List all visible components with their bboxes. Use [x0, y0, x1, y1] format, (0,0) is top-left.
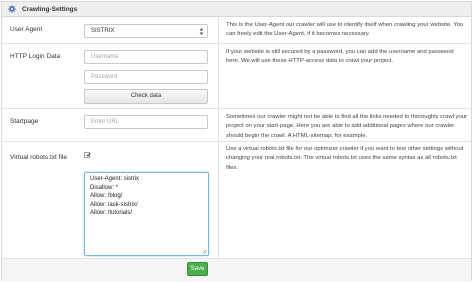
http-login-description: If your website is still secured by a pa… — [226, 49, 454, 65]
user-agent-value: SISTRIX — [91, 28, 115, 34]
robots-textarea[interactable]: User-Agent: sistrix Disallow: * Allow: /… — [84, 172, 209, 256]
panel-title: Crawling-Settings — [22, 6, 78, 13]
resize-handle-icon[interactable] — [202, 249, 207, 254]
robots-line: Disallow: * — [90, 184, 119, 191]
checkmark-icon — [85, 152, 91, 157]
select-arrows-icon — [199, 28, 204, 35]
robots-description: Use a virtual robots.txt file for our op… — [226, 146, 464, 171]
password-field[interactable]: Password — [84, 70, 208, 84]
startpage-label: Startpage — [10, 118, 39, 125]
column-divider — [218, 17, 219, 258]
user-agent-description: This is the User-Agent our crawler will … — [226, 22, 464, 38]
robots-checkbox[interactable] — [84, 152, 91, 158]
crawling-settings-panel: Crawling-Settings User Agent SISTRIX Thi… — [1, 1, 472, 282]
panel-header: Crawling-Settings — [2, 2, 471, 17]
robots-line: Allow: /tutorials/ — [90, 210, 133, 216]
user-agent-label: User Agent — [10, 26, 43, 33]
robots-line: User-Agent: sistrix — [90, 176, 140, 182]
username-field[interactable]: Username — [84, 50, 208, 64]
startpage-description: Sometimes our crawler might not be able … — [226, 114, 467, 139]
robots-line: Allow: /blog/ — [90, 193, 123, 199]
robots-label: Virtual robots.txt file — [10, 154, 67, 161]
row-separator — [2, 108, 471, 109]
robots-line: Allow: /ask-sistrix/ — [90, 201, 138, 208]
gear-icon — [8, 5, 16, 13]
save-button[interactable]: Save — [187, 262, 208, 276]
row-separator — [2, 141, 471, 142]
startpage-url-field[interactable]: Enter URL — [84, 115, 208, 129]
check-data-button[interactable]: Check data — [84, 89, 208, 104]
row-separator — [2, 43, 471, 44]
panel-footer — [2, 258, 471, 282]
http-login-label: HTTP Login Data — [10, 53, 61, 60]
user-agent-select[interactable]: SISTRIX — [84, 24, 208, 38]
